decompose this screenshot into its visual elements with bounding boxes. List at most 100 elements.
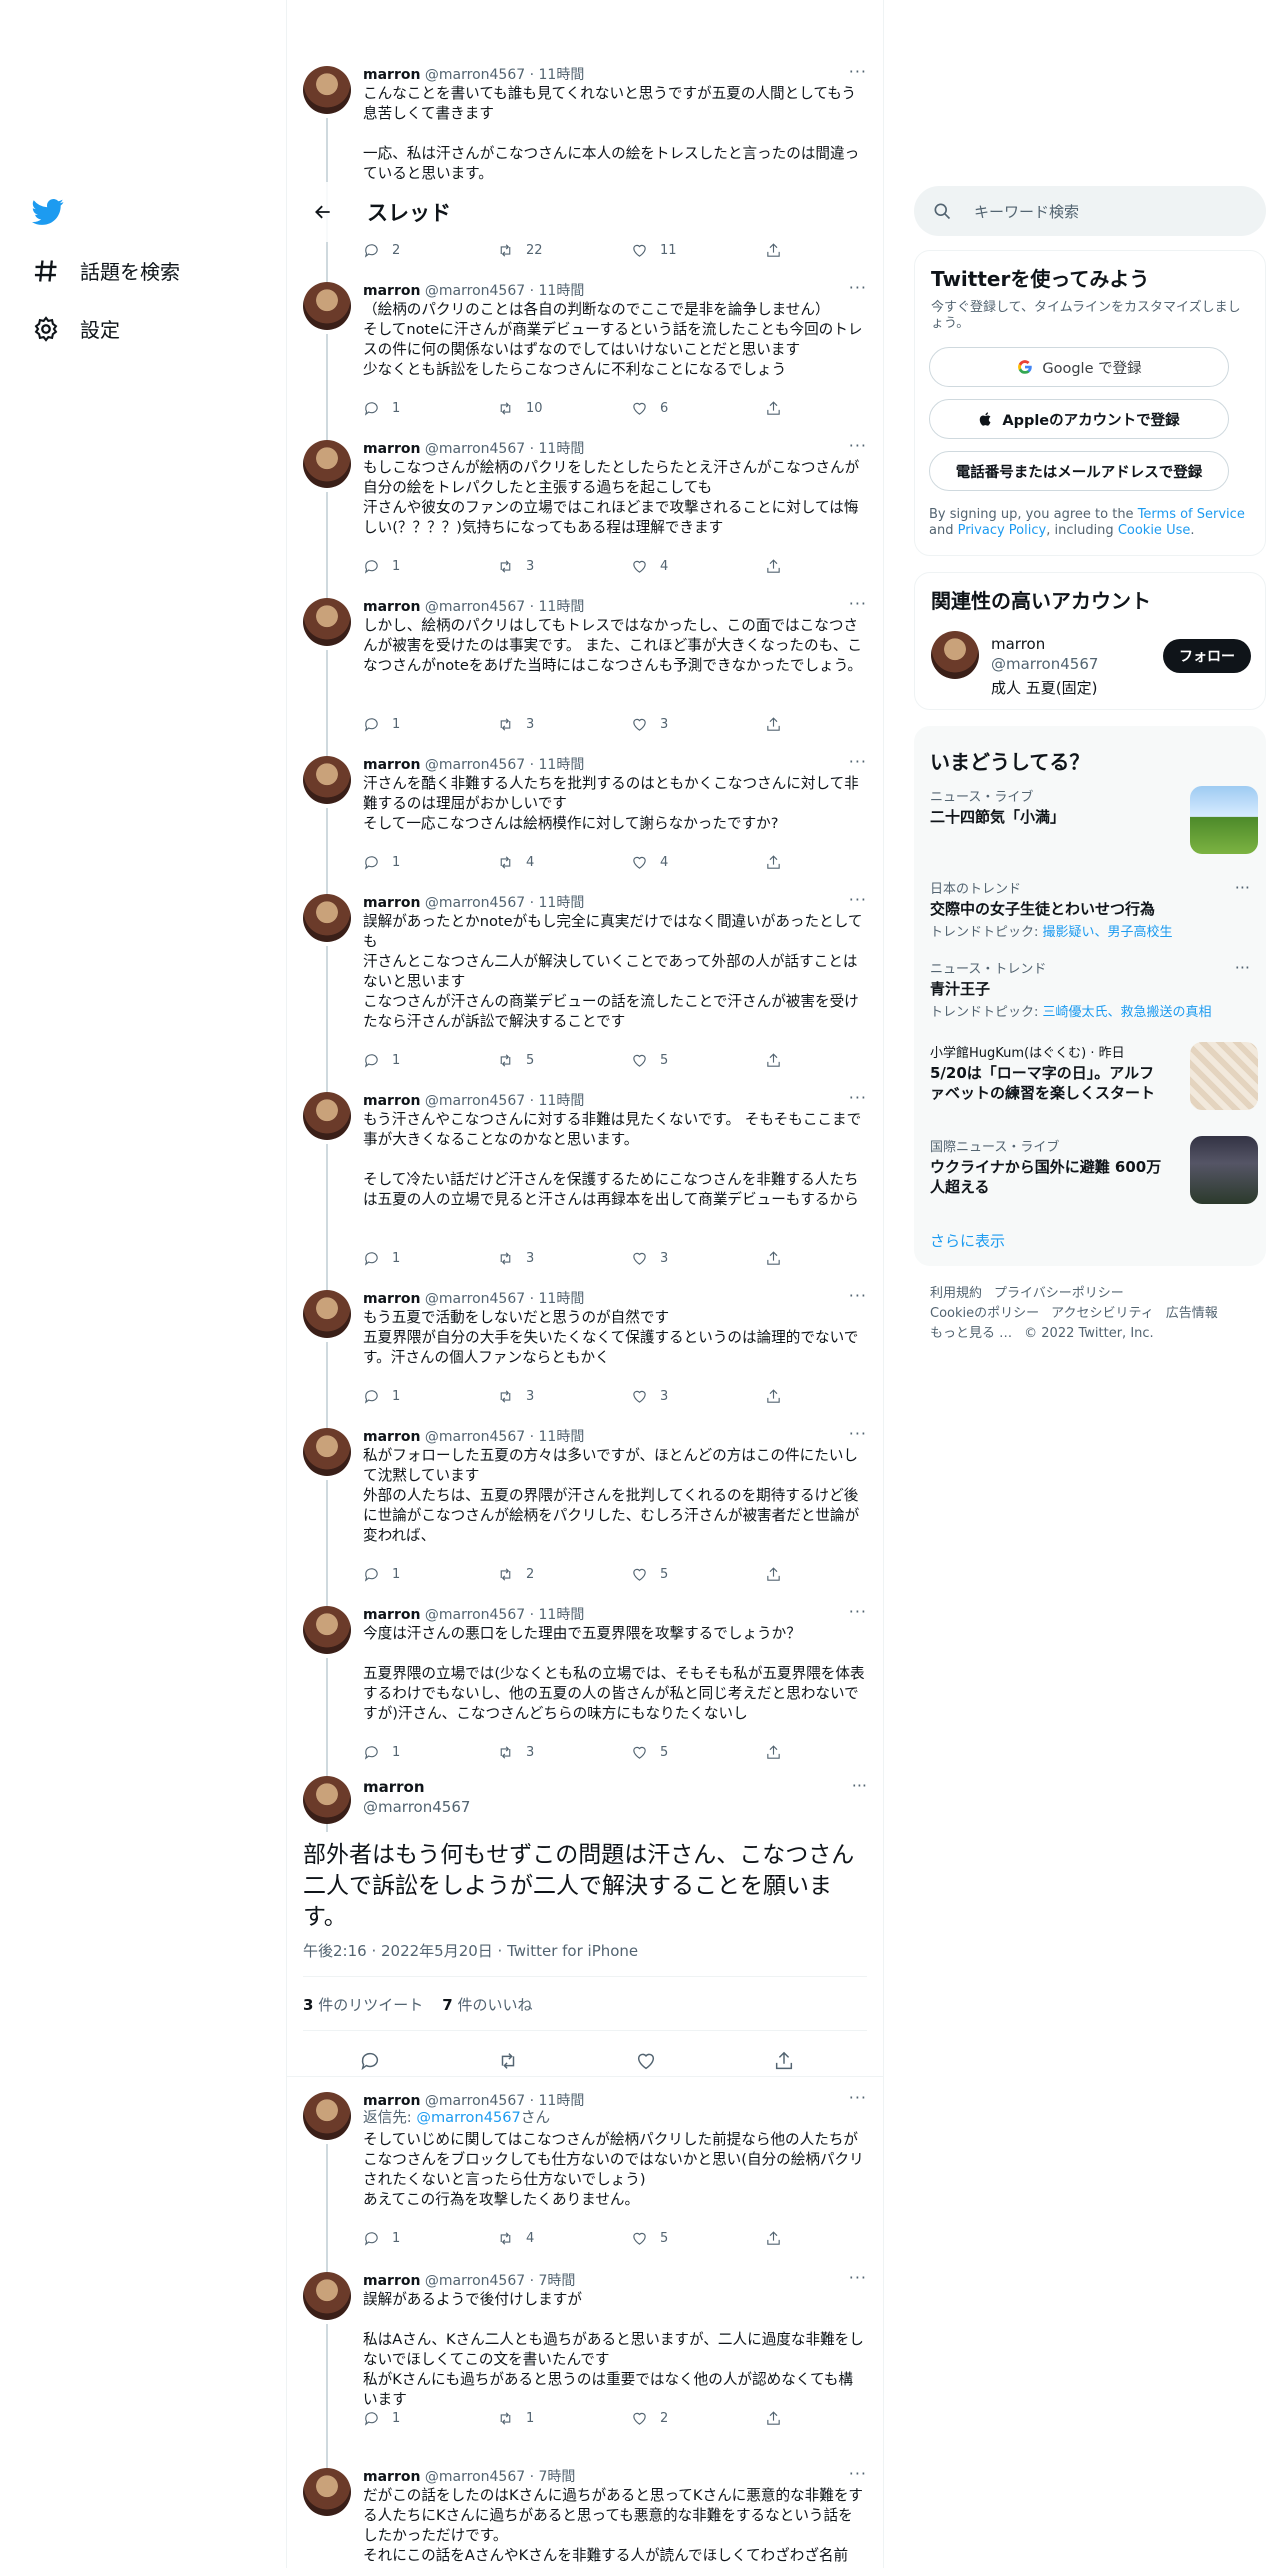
retweet-button[interactable]: 3 xyxy=(497,1744,534,1761)
like-button[interactable]: 5 xyxy=(631,1052,668,1069)
reply-button[interactable]: 1 xyxy=(363,1052,400,1069)
avatar[interactable] xyxy=(303,282,351,330)
footer-link[interactable]: Cookieのポリシー xyxy=(930,1306,1039,1321)
author-name[interactable]: marron xyxy=(363,2469,420,2485)
retweet-button[interactable]: 3 xyxy=(497,716,534,733)
avatar[interactable] xyxy=(303,2468,351,2516)
author-name[interactable]: marron xyxy=(363,67,420,83)
author-handle[interactable]: @marron4567 xyxy=(425,1291,525,1307)
avatar[interactable] xyxy=(303,1428,351,1476)
author-handle[interactable]: @marron4567 xyxy=(425,441,525,457)
more-icon[interactable]: ··· xyxy=(849,1088,867,1107)
reply-to-link[interactable]: @marron4567 xyxy=(416,2109,521,2126)
related-name[interactable]: marron xyxy=(991,635,1045,653)
avatar[interactable] xyxy=(303,1092,351,1140)
more-icon[interactable]: ··· xyxy=(849,278,867,297)
share-button[interactable] xyxy=(765,2230,782,2247)
like-button[interactable]: 6 xyxy=(631,400,668,417)
apple-signup-button[interactable]: Appleのアカウントで登録 xyxy=(929,399,1229,439)
search-input[interactable]: キーワード検索 xyxy=(914,186,1266,236)
nav-explore[interactable]: 話題を検索 xyxy=(32,256,180,285)
avatar[interactable] xyxy=(931,631,979,679)
share-button[interactable] xyxy=(765,400,782,417)
more-icon[interactable]: ··· xyxy=(849,594,867,613)
footer-link[interactable]: プライバシーポリシー xyxy=(994,1286,1124,1301)
author-name[interactable]: marron xyxy=(363,1093,420,1109)
author-handle[interactable]: @marron4567 xyxy=(425,2469,525,2485)
twitter-logo-icon[interactable] xyxy=(32,196,64,228)
reply-button[interactable]: 1 xyxy=(363,716,400,733)
cookie-link[interactable]: Cookie Use xyxy=(1118,523,1191,538)
share-button[interactable] xyxy=(773,2050,795,2076)
more-icon[interactable]: ··· xyxy=(849,436,867,455)
tweet-time[interactable]: 11時間 xyxy=(539,441,585,457)
retweet-button[interactable]: 4 xyxy=(497,854,534,871)
more-icon[interactable]: ··· xyxy=(849,2088,867,2107)
share-button[interactable] xyxy=(765,242,782,259)
terms-link[interactable]: Terms of Service xyxy=(1138,507,1245,522)
reply-button[interactable]: 1 xyxy=(363,558,400,575)
retweet-button[interactable]: 2 xyxy=(497,1566,534,1583)
avatar[interactable] xyxy=(303,756,351,804)
author-name[interactable]: marron xyxy=(363,1778,425,1796)
avatar[interactable] xyxy=(303,2092,351,2140)
trend-topics-links[interactable]: 撮影疑い、男子高校生 xyxy=(1043,925,1173,940)
more-icon[interactable]: ··· xyxy=(849,1286,867,1305)
retweet-button[interactable] xyxy=(497,2050,519,2076)
reply-button[interactable]: 1 xyxy=(363,1566,400,1583)
author-handle[interactable]: @marron4567 xyxy=(425,283,525,299)
avatar[interactable] xyxy=(303,894,351,942)
nav-settings[interactable]: 設定 xyxy=(32,314,120,343)
reply-button[interactable]: 1 xyxy=(363,1250,400,1267)
trend-item[interactable]: 日本のトレンド 交際中の女子生徒とわいせつ行為 トレンドトピック: 撮影疑い、男… xyxy=(930,878,1250,940)
like-stat[interactable]: 7 件のいいね xyxy=(442,1996,532,2014)
author-handle[interactable]: @marron4567 xyxy=(425,895,525,911)
retweet-button[interactable]: 10 xyxy=(497,400,543,417)
like-button[interactable]: 3 xyxy=(631,1250,668,1267)
author-name[interactable]: marron xyxy=(363,599,420,615)
reply-button[interactable]: 1 xyxy=(363,1388,400,1405)
author-name[interactable]: marron xyxy=(363,1291,420,1307)
more-icon[interactable]: ··· xyxy=(849,62,867,81)
reply-button[interactable] xyxy=(359,2050,381,2076)
share-button[interactable] xyxy=(765,2410,782,2427)
more-icon[interactable]: ··· xyxy=(849,2268,867,2287)
trend-item[interactable]: ニュース・ライブ 二十四節気「小満」 xyxy=(930,786,1258,854)
reply-button[interactable]: 1 xyxy=(363,854,400,871)
more-icon[interactable]: ··· xyxy=(1235,958,1250,977)
author-handle[interactable]: @marron4567 xyxy=(425,599,525,615)
tweet-time[interactable]: 11時間 xyxy=(539,599,585,615)
author-name[interactable]: marron xyxy=(363,1429,420,1445)
privacy-link[interactable]: Privacy Policy xyxy=(958,523,1047,538)
tweet-time[interactable]: 11時間 xyxy=(539,895,585,911)
like-button[interactable]: 5 xyxy=(631,1744,668,1761)
trend-item[interactable]: 小学館HugKum(はぐくむ) · 昨日 5/20は「ローマ字の日」。アルファベ… xyxy=(930,1042,1258,1110)
trend-item[interactable]: ニュース・トレンド 青汁王子 トレンドトピック: 三崎優太氏、救急搬送の真相 ·… xyxy=(930,958,1250,1020)
like-button[interactable]: 3 xyxy=(631,716,668,733)
like-button[interactable]: 5 xyxy=(631,1566,668,1583)
trend-item[interactable]: 国際ニュース・ライブ ウクライナから国外に避難 600万人超える xyxy=(930,1136,1258,1204)
share-button[interactable] xyxy=(765,1250,782,1267)
retweet-button[interactable]: 22 xyxy=(497,242,543,259)
retweet-button[interactable]: 3 xyxy=(497,1388,534,1405)
phone-email-signup-button[interactable]: 電話番号またはメールアドレスで登録 xyxy=(929,451,1229,491)
author-handle[interactable]: @marron4567 xyxy=(425,67,525,83)
footer-link[interactable]: 利用規約 xyxy=(930,1286,982,1301)
trend-topics-links[interactable]: 三崎優太氏、救急搬送の真相 xyxy=(1043,1005,1212,1020)
like-button[interactable]: 4 xyxy=(631,854,668,871)
related-handle[interactable]: @marron4567 xyxy=(991,655,1098,673)
retweet-button[interactable]: 3 xyxy=(497,558,534,575)
share-button[interactable] xyxy=(765,558,782,575)
retweet-button[interactable]: 4 xyxy=(497,2230,534,2247)
author-name[interactable]: marron xyxy=(363,757,420,773)
author-handle[interactable]: @marron4567 xyxy=(425,2273,525,2289)
like-button[interactable] xyxy=(635,2050,657,2076)
reply-button[interactable]: 1 xyxy=(363,2230,400,2247)
author-handle[interactable]: @marron4567 xyxy=(363,1798,470,1816)
share-button[interactable] xyxy=(765,716,782,733)
author-handle[interactable]: @marron4567 xyxy=(425,1607,525,1623)
share-button[interactable] xyxy=(765,854,782,871)
author-name[interactable]: marron xyxy=(363,2093,420,2109)
avatar[interactable] xyxy=(303,598,351,646)
more-icon[interactable]: ··· xyxy=(1235,878,1250,897)
